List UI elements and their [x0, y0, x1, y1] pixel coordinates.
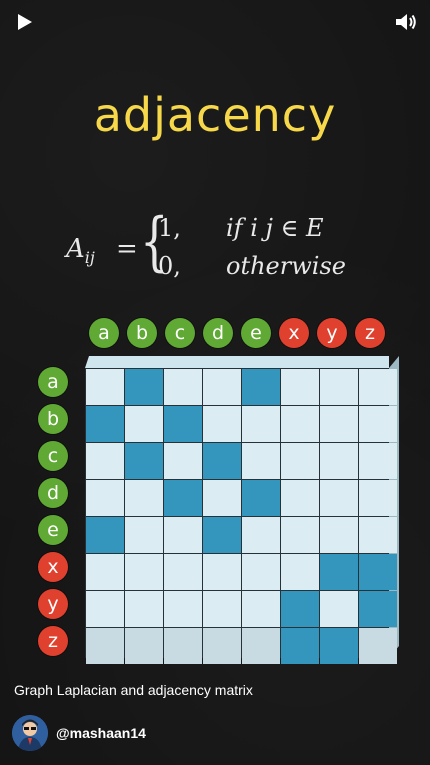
formula-equals: = [116, 234, 138, 264]
row-node-e: e [38, 515, 68, 545]
matrix-cell [242, 443, 280, 479]
matrix-cell [164, 443, 202, 479]
row-node-a: a [38, 367, 68, 397]
column-node-c: c [165, 318, 195, 348]
matrix-cell [164, 369, 202, 405]
formula-lhs: Aij [66, 234, 95, 268]
column-node-x: x [279, 318, 309, 348]
matrix-cell [320, 554, 358, 590]
matrix-cell [242, 517, 280, 553]
matrix-cell [359, 554, 397, 590]
video-caption: Graph Laplacian and adjacency matrix [14, 682, 253, 698]
volume-icon[interactable] [394, 11, 418, 33]
matrix-cell [164, 406, 202, 442]
matrix-cell [320, 369, 358, 405]
matrix-cell [86, 554, 124, 590]
player-top-bar [0, 0, 430, 44]
matrix-cell [359, 406, 397, 442]
matrix-cell [320, 406, 358, 442]
channel-handle[interactable]: @mashaan14 [56, 725, 146, 741]
column-node-y: y [317, 318, 347, 348]
matrix-cell [359, 443, 397, 479]
matrix-cell [125, 406, 163, 442]
matrix-cell [320, 480, 358, 516]
channel-row[interactable]: @mashaan14 [12, 715, 312, 753]
column-node-a: a [89, 318, 119, 348]
matrix-cell [281, 628, 319, 664]
matrix-cell [242, 628, 280, 664]
matrix-cell [86, 628, 124, 664]
row-node-y: y [38, 589, 68, 619]
matrix-cell [203, 406, 241, 442]
matrix-cell [86, 443, 124, 479]
matrix-cell [125, 443, 163, 479]
matrix-cell [203, 443, 241, 479]
matrix-cell [281, 480, 319, 516]
row-node-c: c [38, 441, 68, 471]
matrix-cell [281, 517, 319, 553]
matrix-cell [320, 443, 358, 479]
matrix-cell [86, 480, 124, 516]
matrix-cell [164, 480, 202, 516]
matrix-cell [203, 628, 241, 664]
matrix-cell [164, 628, 202, 664]
matrix-cell [242, 369, 280, 405]
matrix-cell [125, 591, 163, 627]
matrix-cell [203, 369, 241, 405]
matrix-cell [125, 369, 163, 405]
column-node-z: z [355, 318, 385, 348]
matrix-cell [281, 406, 319, 442]
matrix-cell [86, 517, 124, 553]
matrix-cell [359, 628, 397, 664]
matrix-cell [242, 480, 280, 516]
formula-case-2: 0, otherwise [158, 252, 346, 280]
matrix-cell [164, 591, 202, 627]
formula-case-1: 1, if i j ∈ E [158, 214, 324, 242]
matrix-cell [164, 554, 202, 590]
matrix-cell [320, 591, 358, 627]
matrix-cell [281, 443, 319, 479]
matrix-cell [281, 369, 319, 405]
video-title-overlay: adjacency [93, 88, 337, 142]
matrix-cell [359, 591, 397, 627]
matrix-cell [203, 480, 241, 516]
matrix-cell [203, 591, 241, 627]
matrix-cell [320, 517, 358, 553]
matrix-cell [281, 591, 319, 627]
matrix-cell [320, 628, 358, 664]
row-node-b: b [38, 404, 68, 434]
matrix-cell [242, 554, 280, 590]
row-node-d: d [38, 478, 68, 508]
matrix-cell [203, 554, 241, 590]
matrix-cell [125, 628, 163, 664]
adjacency-formula: Aij = { 1, if i j ∈ E 0, otherwise [66, 210, 386, 292]
matrix-cell [86, 406, 124, 442]
matrix-cell [242, 591, 280, 627]
matrix-cell [125, 480, 163, 516]
column-node-b: b [127, 318, 157, 348]
matrix-cell [164, 517, 202, 553]
column-node-e: e [241, 318, 271, 348]
avatar[interactable] [12, 715, 48, 751]
matrix-cell [86, 369, 124, 405]
row-node-z: z [38, 626, 68, 656]
play-icon[interactable] [14, 12, 34, 32]
matrix-grid [85, 368, 397, 664]
matrix-top-face [85, 356, 389, 368]
row-node-x: x [38, 552, 68, 582]
matrix-cell [125, 517, 163, 553]
matrix-cell [203, 517, 241, 553]
matrix-cell [281, 554, 319, 590]
column-node-d: d [203, 318, 233, 348]
matrix-cell [125, 554, 163, 590]
matrix-cell [359, 480, 397, 516]
matrix-cell [359, 517, 397, 553]
matrix-cell [359, 369, 397, 405]
matrix-cell [242, 406, 280, 442]
matrix-cell [86, 591, 124, 627]
